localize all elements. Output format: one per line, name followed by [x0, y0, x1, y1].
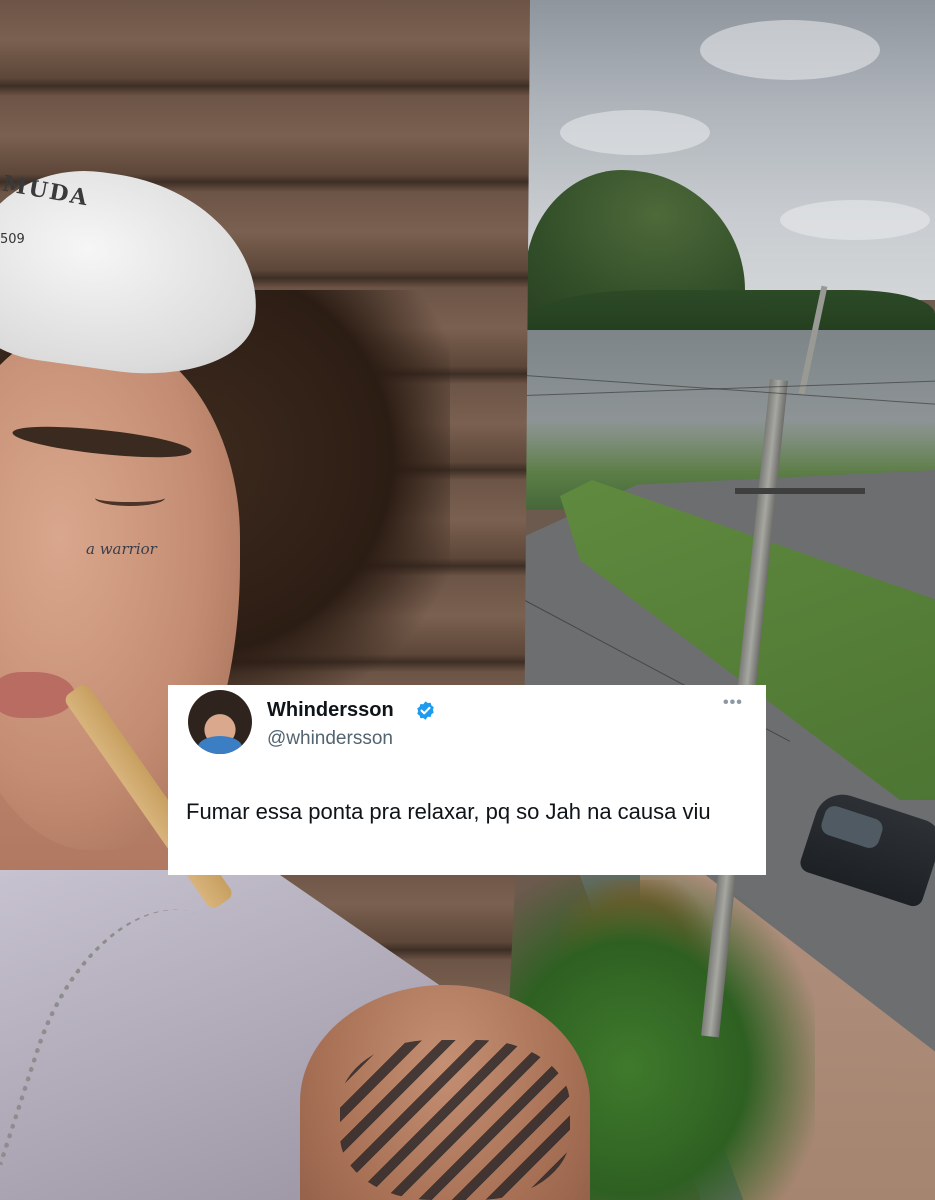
- pole-crossbar: [735, 488, 865, 494]
- cloud: [700, 20, 880, 80]
- tweet-text: Fumar essa ponta pra relaxar, pq so Jah …: [186, 799, 711, 824]
- closed-eye: [95, 490, 165, 506]
- verified-badge-icon: [417, 701, 434, 720]
- cloud: [780, 200, 930, 240]
- cap-number: 509: [0, 232, 25, 247]
- display-name[interactable]: Whindersson: [267, 699, 394, 722]
- face-tattoo: a warrior: [86, 540, 157, 558]
- tweet-card[interactable]: Whindersson @whindersson ••• Fumar essa …: [168, 685, 766, 875]
- background-photo: MUDA 509 a warrior: [0, 0, 935, 1200]
- cloud: [560, 110, 710, 155]
- handle[interactable]: @whindersson: [267, 728, 393, 750]
- avatar-shirt: [198, 736, 242, 754]
- shoulder-tattoo: [340, 1040, 570, 1200]
- avatar[interactable]: [188, 690, 252, 754]
- more-horizontal-icon[interactable]: •••: [723, 694, 743, 712]
